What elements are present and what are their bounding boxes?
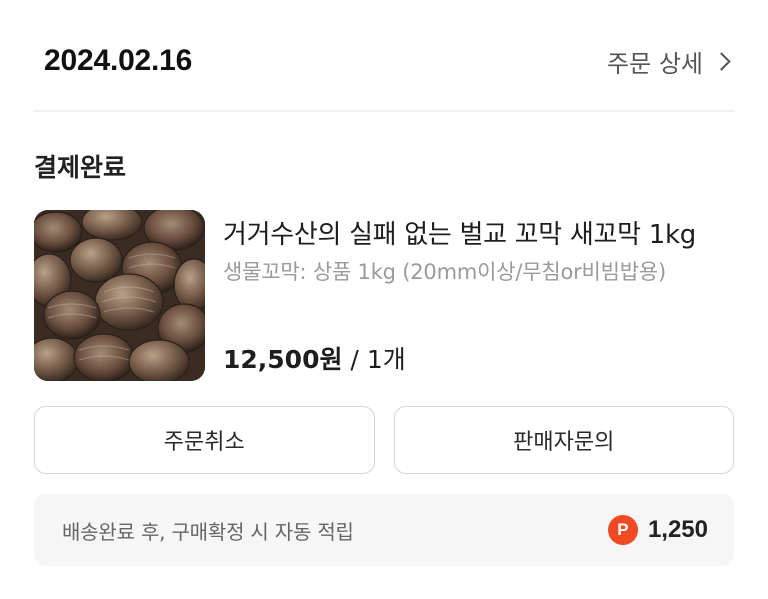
price-separator: / xyxy=(342,345,367,374)
order-detail-link[interactable]: 주문 상세 xyxy=(607,44,731,79)
cockle-photo-icon xyxy=(34,210,205,381)
seller-inquiry-button[interactable]: 판매자문의 xyxy=(393,406,734,474)
order-actions: 주문취소 판매자문의 xyxy=(34,406,734,474)
order-date: 2024.02.16 xyxy=(44,44,193,77)
product-price: 12,500원 xyxy=(223,345,343,374)
point-icon: P xyxy=(607,515,638,545)
order-status: 결제완료 xyxy=(34,153,127,182)
cancel-order-button[interactable]: 주문취소 xyxy=(34,406,375,474)
product-quantity: 1개 xyxy=(366,345,406,374)
divider xyxy=(34,110,734,112)
product-option: 생물꼬막: 상품 1kg (20mm이상/무침or비빔밥용) xyxy=(223,260,667,284)
points-value: P 1,250 xyxy=(607,515,708,545)
order-detail-label: 주문 상세 xyxy=(607,50,703,78)
product-item[interactable]: 거거수산의 실패 없는 벌교 꼬막 새꼬막 1kg 생물꼬막: 상품 1kg (… xyxy=(34,210,734,382)
product-thumbnail[interactable] xyxy=(34,210,205,381)
chevron-right-icon xyxy=(712,52,731,71)
points-note: 배송완료 후, 구매확정 시 자동 적립 xyxy=(62,519,354,544)
product-price-qty: 12,500원 / 1개 xyxy=(223,340,406,376)
points-info: 배송완료 후, 구매확정 시 자동 적립 P 1,250 xyxy=(34,494,734,566)
order-header: 2024.02.16 주문 상세 xyxy=(0,0,768,112)
points-amount: 1,250 xyxy=(647,516,708,543)
product-name[interactable]: 거거수산의 실패 없는 벌교 꼬막 새꼬막 1kg xyxy=(223,214,696,251)
